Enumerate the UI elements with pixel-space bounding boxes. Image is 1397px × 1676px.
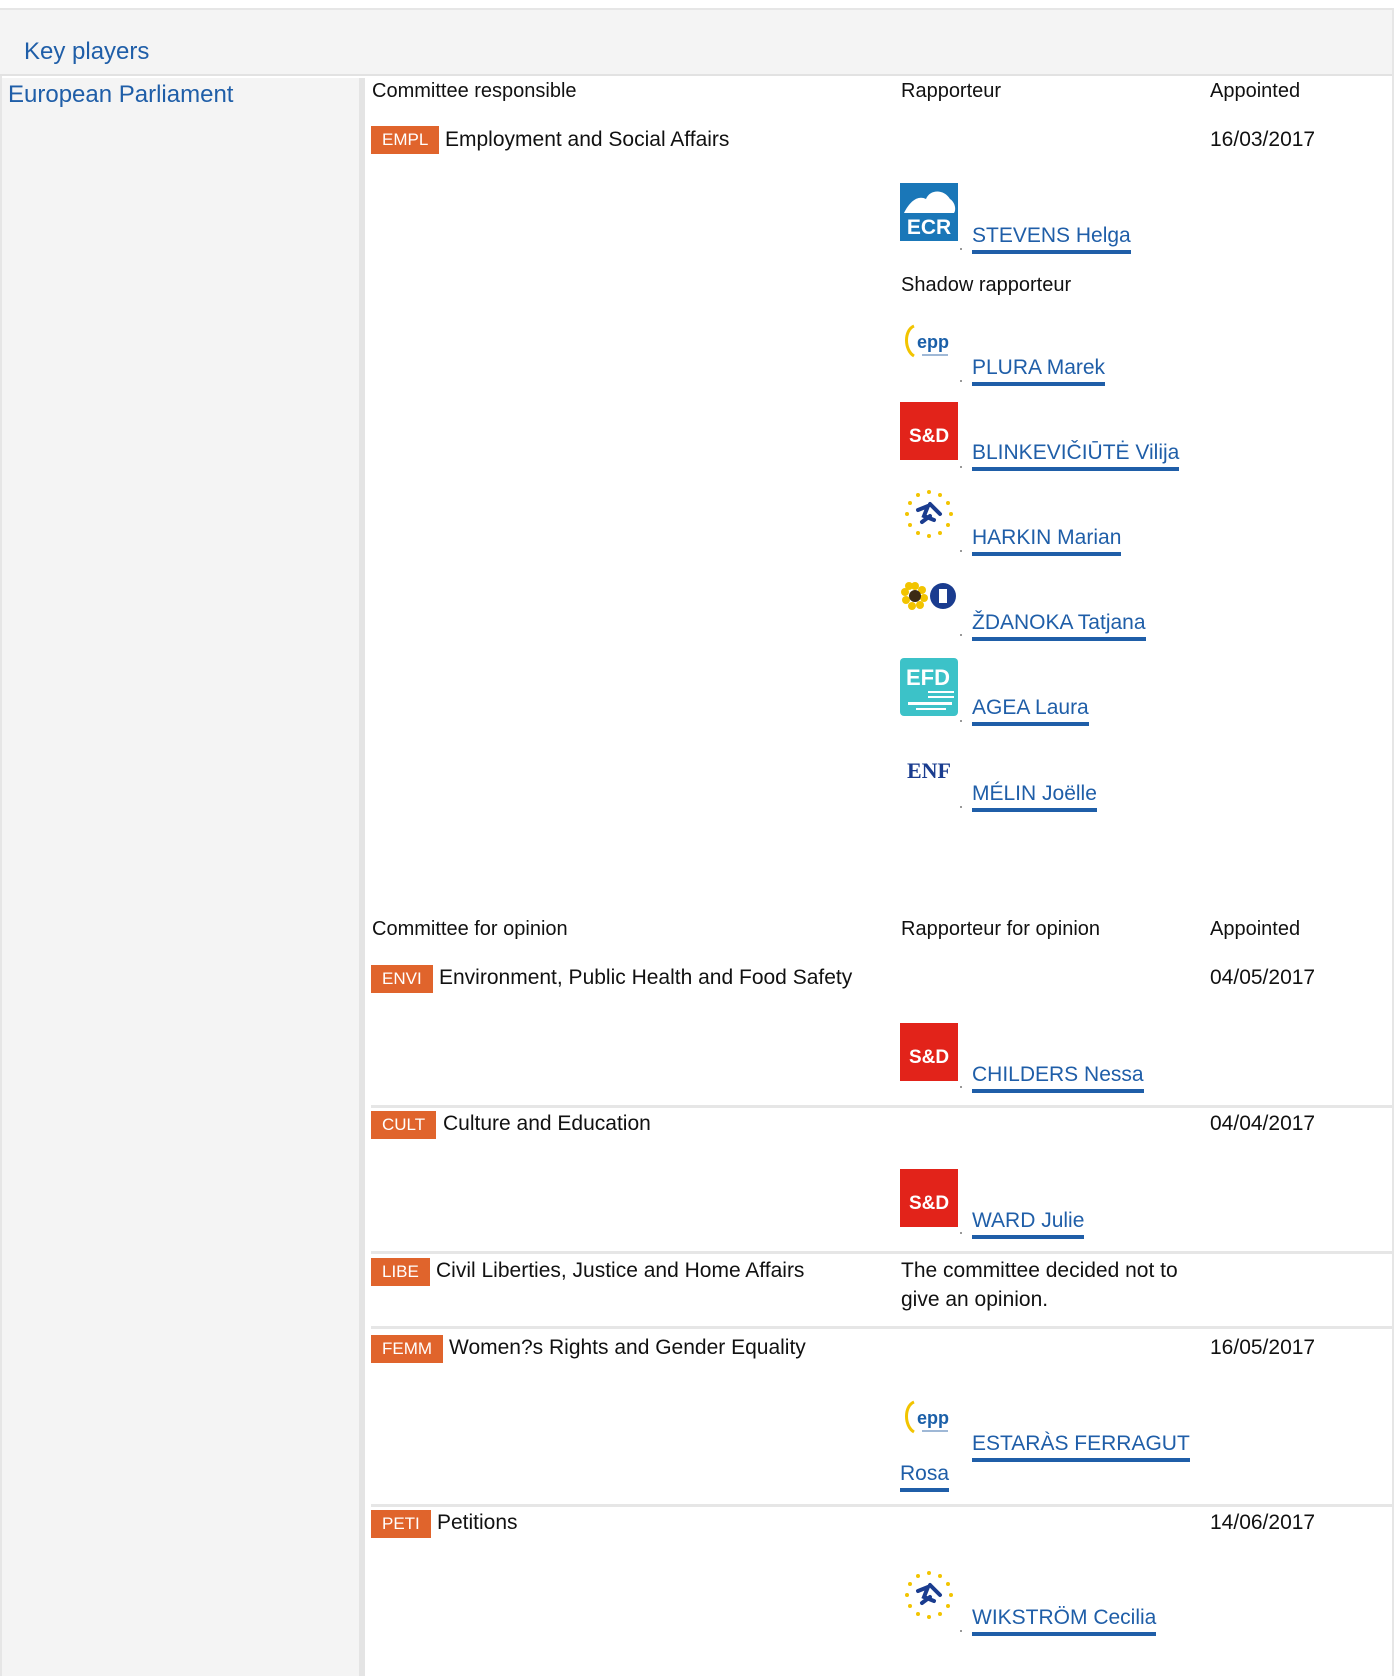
spacer-dot bbox=[960, 466, 962, 468]
row-separator bbox=[371, 1326, 1394, 1329]
no-opinion-note-line1: The committee decided not to bbox=[901, 1259, 1178, 1282]
institution-name[interactable]: European Parliament bbox=[8, 81, 233, 109]
committee-name-empl: Employment and Social Affairs bbox=[445, 128, 730, 151]
spacer-dot bbox=[960, 248, 962, 250]
shadow-rapporteur-link-zdanoka[interactable]: ŽDANOKA Tatjana bbox=[972, 611, 1146, 641]
shadow-rapporteur-link-agea[interactable]: AGEA Laura bbox=[972, 696, 1089, 726]
appointed-date-peti: 14/06/2017 bbox=[1210, 1511, 1316, 1534]
sd-group-logo-icon: S&D bbox=[900, 1023, 958, 1081]
spacer-dot bbox=[960, 1630, 962, 1632]
svg-text:epp: epp bbox=[917, 332, 949, 352]
row-separator bbox=[371, 1504, 1394, 1507]
committee-badge-envi[interactable]: ENVI bbox=[371, 965, 433, 993]
spacer-dot bbox=[960, 720, 962, 722]
header-committee-for-opinion: Committee for opinion bbox=[372, 918, 568, 940]
row-separator bbox=[371, 1105, 1394, 1108]
header-appointed: Appointed bbox=[1210, 80, 1301, 102]
appointed-date-envi: 04/05/2017 bbox=[1210, 966, 1316, 989]
epp-group-logo-icon: epp bbox=[900, 316, 958, 374]
institution-column: European Parliament bbox=[2, 78, 365, 1676]
shadow-rapporteur-link-harkin[interactable]: HARKIN Marian bbox=[972, 526, 1122, 556]
epp-group-logo-icon: epp bbox=[900, 1392, 958, 1450]
shadow-rapporteur-link-blinkeviciute[interactable]: BLINKEVIČIŪTĖ Vilija bbox=[972, 441, 1180, 471]
committee-name-envi: Environment, Public Health and Food Safe… bbox=[439, 966, 853, 989]
committee-name-cult: Culture and Education bbox=[443, 1112, 651, 1135]
spacer-dot bbox=[960, 1232, 962, 1234]
alde-group-logo-icon bbox=[900, 1567, 958, 1625]
shadow-rapporteur-label: Shadow rapporteur bbox=[901, 274, 1072, 296]
svg-text:ENF: ENF bbox=[907, 758, 951, 783]
appointed-date-femm: 16/05/2017 bbox=[1210, 1336, 1316, 1359]
shadow-rapporteur-link-melin[interactable]: MÉLIN Joëlle bbox=[972, 782, 1097, 812]
sd-group-logo-icon: S&D bbox=[900, 402, 958, 460]
ecr-group-logo-icon: ECR bbox=[900, 183, 958, 241]
svg-text:S&D: S&D bbox=[909, 1193, 949, 1214]
committee-badge-cult[interactable]: CULT bbox=[371, 1111, 437, 1139]
spacer-dot bbox=[960, 634, 962, 636]
greens-efa-group-logo-icon bbox=[900, 580, 958, 638]
svg-text:S&D: S&D bbox=[909, 1047, 949, 1068]
rapporteur-link-ward[interactable]: WARD Julie bbox=[972, 1209, 1085, 1239]
committee-name-peti: Petitions bbox=[437, 1511, 518, 1534]
spacer-dot bbox=[960, 380, 962, 382]
rapporteur-link-estaras-ferragut[interactable]: ESTARÀS FERRAGUT bbox=[972, 1432, 1190, 1462]
svg-text:S&D: S&D bbox=[909, 426, 949, 447]
committee-badge-empl[interactable]: EMPL bbox=[371, 126, 440, 154]
spacer-dot bbox=[960, 1086, 962, 1088]
svg-text:EFD: EFD bbox=[906, 665, 950, 690]
appointed-date-empl: 16/03/2017 bbox=[1210, 128, 1316, 151]
header-rapporteur: Rapporteur bbox=[901, 80, 1002, 102]
header-committee-responsible: Committee responsible bbox=[372, 80, 577, 102]
committee-name-libe: Civil Liberties, Justice and Home Affair… bbox=[436, 1259, 805, 1282]
header-appointed-opinion: Appointed bbox=[1210, 918, 1301, 940]
committee-badge-peti[interactable]: PETI bbox=[371, 1510, 431, 1538]
header-rapporteur-for-opinion: Rapporteur for opinion bbox=[901, 918, 1101, 940]
rapporteur-link-wikstrom[interactable]: WIKSTRÖM Cecilia bbox=[972, 1606, 1157, 1636]
committee-badge-libe[interactable]: LIBE bbox=[371, 1258, 430, 1286]
alde-group-logo-icon bbox=[900, 486, 958, 544]
section-title[interactable]: Key players bbox=[24, 38, 149, 66]
svg-text:ECR: ECR bbox=[907, 216, 951, 239]
no-opinion-note-line2: give an opinion. bbox=[901, 1288, 1049, 1311]
svg-text:epp: epp bbox=[917, 1408, 949, 1428]
committee-name-femm: Women?s Rights and Gender Equality bbox=[449, 1336, 806, 1359]
rapporteur-link-childers[interactable]: CHILDERS Nessa bbox=[972, 1063, 1144, 1093]
row-separator bbox=[371, 1251, 1394, 1254]
rapporteur-link-estaras-ferragut-rosa[interactable]: Rosa bbox=[900, 1462, 950, 1492]
appointed-date-cult: 04/04/2017 bbox=[1210, 1112, 1316, 1135]
rapporteur-link-stevens[interactable]: STEVENS Helga bbox=[972, 224, 1131, 254]
shadow-rapporteur-link-plura[interactable]: PLURA Marek bbox=[972, 356, 1106, 386]
section-header: Key players bbox=[0, 10, 1392, 76]
spacer-dot bbox=[960, 806, 962, 808]
enf-group-logo-icon: ENF bbox=[900, 744, 958, 802]
efd-group-logo-icon: EFD bbox=[900, 658, 958, 716]
sd-group-logo-icon: S&D bbox=[900, 1169, 958, 1227]
spacer-dot bbox=[960, 550, 962, 552]
committee-badge-femm[interactable]: FEMM bbox=[371, 1335, 444, 1363]
